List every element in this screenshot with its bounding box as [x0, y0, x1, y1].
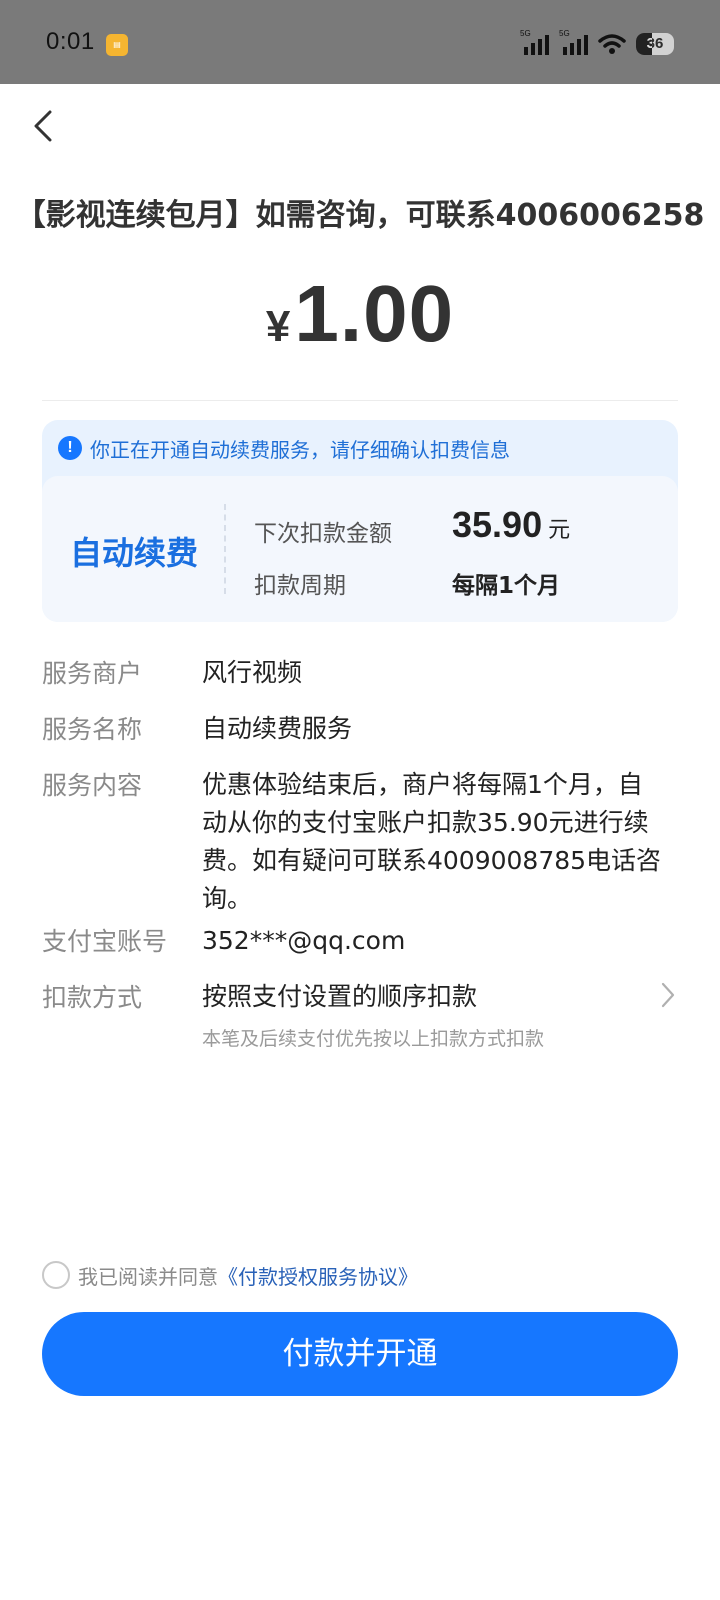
payment-method-label: 扣款方式 [42, 983, 143, 1012]
auto-renew-notice: ! 你正在开通自动续费服务，请仔细确认扣费信息 自动续费 下次扣款金额 35.9… [42, 420, 678, 622]
page-title: 【影视连续包月】如需咨询，可联系4006006258 [15, 198, 705, 233]
signal-icon: 5G [520, 29, 549, 55]
service-name-label: 服务名称 [42, 715, 143, 744]
agreement-text: 我已阅读并同意 [78, 1264, 218, 1289]
network-type-label: 5G [559, 29, 570, 38]
divider [42, 400, 678, 401]
pay-and-activate-button[interactable]: 付款并开通 [42, 1312, 678, 1396]
status-indicators: 5G 5G 36 [520, 29, 674, 58]
account-label: 支付宝账号 [42, 927, 168, 956]
payment-method-row[interactable]: 扣款方式 按照支付设置的顺序扣款 本笔及后续支付优先按以上扣款方式扣款 [42, 978, 678, 1058]
period-label: 扣款周期 [254, 573, 346, 599]
agreement-link[interactable]: 《付款授权服务协议》 [218, 1261, 418, 1290]
agreement-row: 我已阅读并同意 《付款授权服务协议》 [42, 1260, 418, 1290]
status-time: 0:01 [46, 28, 95, 55]
merchant-value: 风行视频 [202, 658, 303, 687]
auto-renew-label: 自动续费 [70, 534, 199, 572]
payment-method-note: 本笔及后续支付优先按以上扣款方式扣款 [202, 1028, 545, 1050]
amount-value: 1.00 [294, 269, 455, 358]
signal-icon: 5G [559, 29, 588, 55]
next-amount-unit: 元 [548, 518, 571, 543]
notification-app-icon: ▤ [106, 34, 128, 56]
battery-icon: 36 [636, 33, 674, 55]
dashed-divider [224, 504, 226, 594]
wifi-icon [598, 34, 626, 54]
status-bar: 0:01 ▤ 5G 5G 36 [0, 0, 720, 84]
network-type-label: 5G [520, 29, 531, 38]
account-value: 352***@qq.com [202, 926, 406, 955]
merchant-label: 服务商户 [42, 659, 143, 688]
next-amount-value: 35.90 [452, 504, 543, 545]
payment-method-value: 按照支付设置的顺序扣款 [202, 982, 478, 1011]
chevron-right-icon [661, 982, 675, 1008]
back-button[interactable] [24, 104, 68, 148]
battery-level: 36 [646, 35, 664, 52]
notice-line: ! 你正在开通自动续费服务，请仔细确认扣费信息 [58, 434, 510, 462]
next-amount: 35.90 元 [452, 504, 570, 546]
service-content-value: 优惠体验结束后，商户将每隔1个月，自动从你的支付宝账户扣款35.90元进行续费。… [202, 770, 662, 913]
agreement-checkbox[interactable] [42, 1261, 70, 1289]
period-value: 每隔1个月 [452, 573, 561, 599]
price-amount: ¥1.00 [0, 268, 720, 360]
chevron-left-icon [34, 110, 52, 142]
notice-text: 你正在开通自动续费服务，请仔细确认扣费信息 [90, 437, 510, 462]
info-icon: ! [58, 436, 82, 460]
next-amount-label: 下次扣款金额 [254, 521, 392, 547]
service-content-label: 服务内容 [42, 771, 143, 800]
auto-renew-card: 自动续费 下次扣款金额 35.90 元 扣款周期 每隔1个月 [42, 476, 678, 622]
service-name-value: 自动续费服务 [202, 714, 353, 743]
currency-symbol: ¥ [265, 302, 291, 351]
